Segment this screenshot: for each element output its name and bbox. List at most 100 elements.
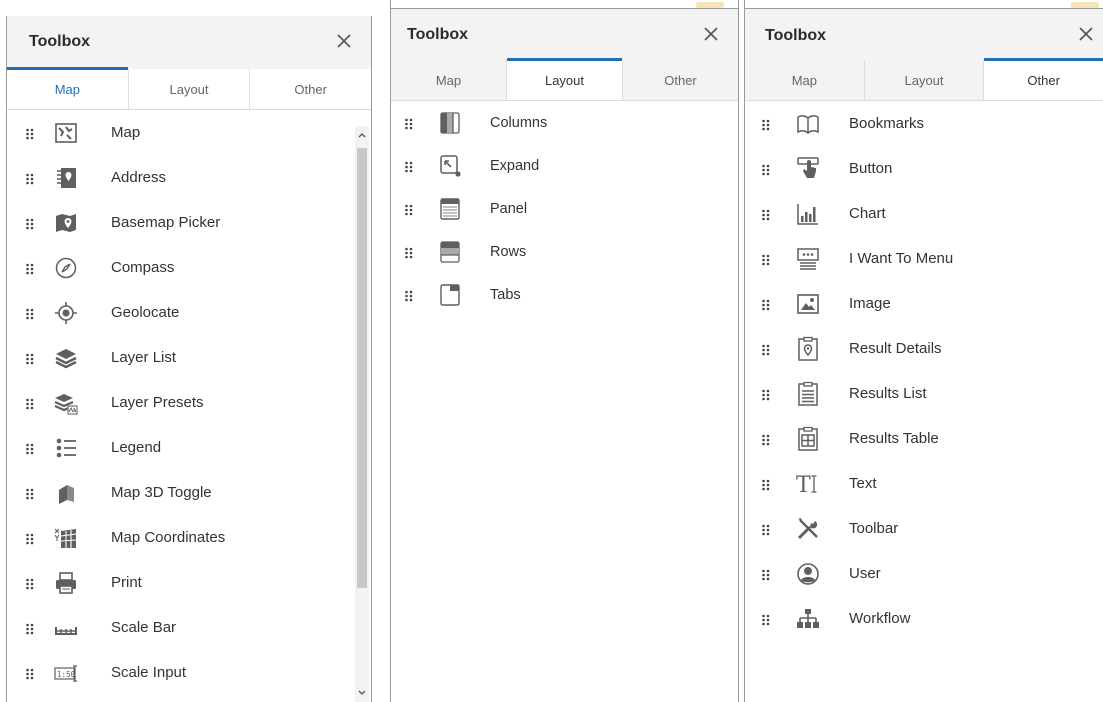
tool-item-map-coordinates[interactable]: Map Coordinates bbox=[7, 515, 371, 560]
tab-other[interactable]: Other bbox=[623, 60, 738, 100]
tab-layout[interactable]: Layout bbox=[864, 60, 985, 100]
drag-handle-icon[interactable] bbox=[404, 117, 414, 129]
tool-item-print[interactable]: Print bbox=[7, 560, 371, 605]
tabs-icon bbox=[437, 282, 463, 308]
drag-handle-icon[interactable] bbox=[761, 163, 771, 175]
drag-handle-icon[interactable] bbox=[761, 478, 771, 490]
tool-item-result-details[interactable]: Result Details bbox=[745, 326, 1103, 371]
rows-icon bbox=[437, 239, 463, 265]
tool-item-legend[interactable]: Legend bbox=[7, 425, 371, 470]
scroll-down-icon[interactable] bbox=[357, 688, 367, 698]
window-accent bbox=[696, 2, 724, 8]
tab-map[interactable]: Map bbox=[745, 60, 865, 100]
tab-map[interactable]: Map bbox=[7, 67, 129, 109]
drag-handle-icon[interactable] bbox=[761, 613, 771, 625]
drag-handle-icon[interactable] bbox=[25, 352, 35, 364]
drag-handle-icon[interactable] bbox=[761, 343, 771, 355]
tool-item-compass[interactable]: Compass bbox=[7, 245, 371, 290]
scale-bar-icon bbox=[53, 615, 79, 641]
tool-item-image[interactable]: Image bbox=[745, 281, 1103, 326]
drag-handle-icon[interactable] bbox=[25, 397, 35, 409]
tool-item-label: I Want To Menu bbox=[849, 250, 954, 267]
tab-label: Layout bbox=[904, 72, 944, 88]
tool-item-label: Result Details bbox=[849, 340, 942, 357]
tool-item-button[interactable]: Button bbox=[745, 146, 1103, 191]
tab-label: Other bbox=[664, 72, 697, 88]
tool-item-bookmarks[interactable]: Bookmarks bbox=[745, 101, 1103, 146]
tool-item-rows[interactable]: Rows bbox=[391, 230, 738, 273]
tool-item-i-want-to-menu[interactable]: I Want To Menu bbox=[745, 236, 1103, 281]
close-icon[interactable] bbox=[1075, 23, 1097, 45]
tab-map[interactable]: Map bbox=[391, 60, 507, 100]
drag-handle-icon[interactable] bbox=[25, 532, 35, 544]
geolocate-icon bbox=[53, 300, 79, 326]
tab-layout[interactable]: Layout bbox=[507, 58, 623, 100]
drag-handle-icon[interactable] bbox=[25, 577, 35, 589]
tab-layout[interactable]: Layout bbox=[128, 69, 251, 109]
map-coordinates-icon bbox=[53, 525, 79, 551]
tool-item-scale-bar[interactable]: Scale Bar bbox=[7, 605, 371, 650]
basemap-picker-icon bbox=[53, 210, 79, 236]
close-icon[interactable] bbox=[333, 30, 355, 52]
tab-other[interactable]: Other bbox=[250, 69, 371, 109]
button-icon bbox=[795, 156, 821, 182]
drag-handle-icon[interactable] bbox=[25, 262, 35, 274]
tool-item-label: Rows bbox=[490, 243, 527, 260]
drag-handle-icon[interactable] bbox=[761, 298, 771, 310]
tool-item-label: Expand bbox=[490, 157, 540, 174]
drag-handle-icon[interactable] bbox=[404, 203, 414, 215]
drag-handle-icon[interactable] bbox=[761, 568, 771, 580]
drag-handle-icon[interactable] bbox=[761, 253, 771, 265]
tool-item-results-list[interactable]: Results List bbox=[745, 371, 1103, 416]
tool-item-address[interactable]: Address bbox=[7, 155, 371, 200]
tool-item-layer-presets[interactable]: Layer Presets bbox=[7, 380, 371, 425]
tool-item-label: Bookmarks bbox=[849, 115, 925, 132]
drag-handle-icon[interactable] bbox=[25, 217, 35, 229]
close-icon[interactable] bbox=[700, 23, 722, 45]
tool-item-results-table[interactable]: Results Table bbox=[745, 416, 1103, 461]
workflow-icon bbox=[795, 606, 821, 632]
drag-handle-icon[interactable] bbox=[404, 289, 414, 301]
tool-item-user[interactable]: User bbox=[745, 551, 1103, 596]
tab-other[interactable]: Other bbox=[984, 58, 1103, 100]
drag-handle-icon[interactable] bbox=[25, 127, 35, 139]
tool-item-label: Results List bbox=[849, 385, 927, 402]
tool-item-geolocate[interactable]: Geolocate bbox=[7, 290, 371, 335]
drag-handle-icon[interactable] bbox=[25, 307, 35, 319]
toolbox-panel-map: Toolbox Map Layout Other Map Address Basem… bbox=[6, 16, 372, 702]
tool-item-basemap-picker[interactable]: Basemap Picker bbox=[7, 200, 371, 245]
tool-item-text[interactable]: T Text bbox=[745, 461, 1103, 506]
panel-title: Toolbox bbox=[29, 33, 91, 50]
scrollbar-thumb[interactable] bbox=[357, 148, 367, 588]
drag-handle-icon[interactable] bbox=[404, 246, 414, 258]
scrollbar[interactable] bbox=[355, 126, 369, 702]
drag-handle-icon[interactable] bbox=[761, 208, 771, 220]
drag-handle-icon[interactable] bbox=[25, 487, 35, 499]
legend-icon bbox=[53, 435, 79, 461]
tool-item-toolbar[interactable]: Toolbar bbox=[745, 506, 1103, 551]
drag-handle-icon[interactable] bbox=[25, 442, 35, 454]
drag-handle-icon[interactable] bbox=[761, 433, 771, 445]
tool-item-expand[interactable]: Expand bbox=[391, 144, 738, 187]
drag-handle-icon[interactable] bbox=[25, 622, 35, 634]
result-details-icon bbox=[795, 336, 821, 362]
tool-item-panel[interactable]: Panel bbox=[391, 187, 738, 230]
tool-item-workflow[interactable]: Workflow bbox=[745, 596, 1103, 641]
tool-list: Map Address Basemap Picker Compass Geolocate… bbox=[7, 110, 371, 695]
drag-handle-icon[interactable] bbox=[761, 118, 771, 130]
drag-handle-icon[interactable] bbox=[761, 523, 771, 535]
drag-handle-icon[interactable] bbox=[761, 388, 771, 400]
tool-item-tabs[interactable]: Tabs bbox=[391, 273, 738, 316]
tool-item-chart[interactable]: Chart bbox=[745, 191, 1103, 236]
tool-item-scale-input[interactable]: 1:50 Scale Input bbox=[7, 650, 371, 695]
tool-item-layer-list[interactable]: Layer List bbox=[7, 335, 371, 380]
drag-handle-icon[interactable] bbox=[404, 160, 414, 172]
image-icon bbox=[795, 291, 821, 317]
tool-item-map-3d-toggle[interactable]: Map 3D Toggle bbox=[7, 470, 371, 515]
drag-handle-icon[interactable] bbox=[25, 172, 35, 184]
drag-handle-icon[interactable] bbox=[25, 667, 35, 679]
scroll-up-icon[interactable] bbox=[357, 130, 367, 140]
tool-item-map[interactable]: Map bbox=[7, 110, 371, 155]
toolbox-panel-layout: Toolbox Map Layout Other Columns Expand Pa… bbox=[390, 0, 739, 702]
tool-item-columns[interactable]: Columns bbox=[391, 101, 738, 144]
